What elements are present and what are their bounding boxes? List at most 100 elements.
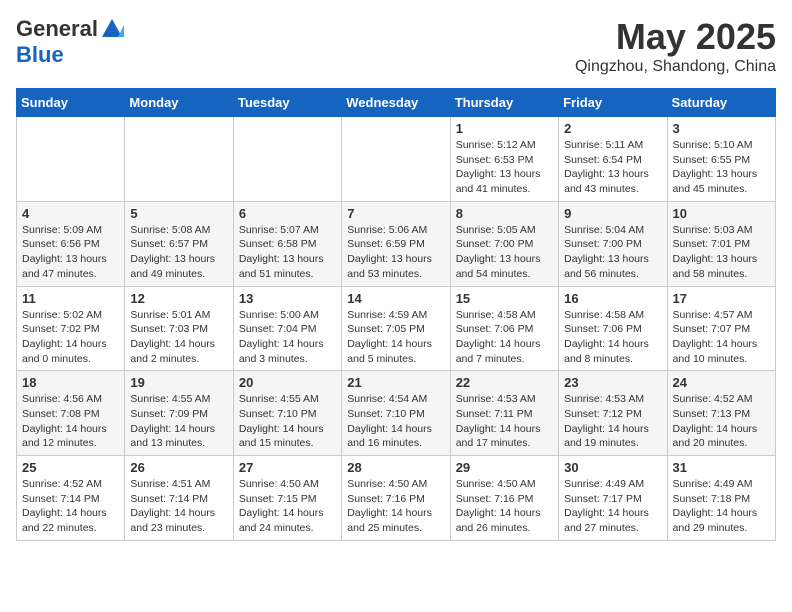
calendar-cell: 23 Sunrise: 4:53 AM Sunset: 7:12 PM Dayli…	[559, 371, 667, 456]
calendar-cell: 19Sunrise: 4:55 AM Sunset: 7:09 PM Dayli…	[125, 371, 233, 456]
day-info: Sunrise: 4:54 AM Sunset: 7:10 PM Dayligh…	[347, 392, 444, 451]
calendar-cell: 16 Sunrise: 4:58 AM Sunset: 7:06 PM Dayli…	[559, 286, 667, 371]
day-number: 28	[347, 460, 444, 475]
day-info: Sunrise: 5:10 AM Sunset: 6:55 PM Dayligh…	[673, 138, 770, 197]
day-number: 23	[564, 375, 661, 390]
day-number: 6	[239, 206, 336, 221]
day-number: 29	[456, 460, 553, 475]
calendar-cell	[17, 117, 125, 202]
day-number: 18	[22, 375, 119, 390]
day-info: Sunrise: 5:07 AM Sunset: 6:58 PM Dayligh…	[239, 223, 336, 282]
calendar-cell: 29 Sunrise: 4:50 AM Sunset: 7:16 PM Dayli…	[450, 456, 558, 541]
day-number: 3	[673, 121, 770, 136]
day-number: 12	[130, 291, 227, 306]
day-info: Sunrise: 4:53 AM Sunset: 7:11 PM Dayligh…	[456, 392, 553, 451]
day-info: Sunrise: 4:59 AM Sunset: 7:05 PM Dayligh…	[347, 308, 444, 367]
day-info: Sunrise: 4:52 AM Sunset: 7:14 PM Dayligh…	[22, 477, 119, 536]
day-info: Sunrise: 4:52 AM Sunset: 7:13 PM Dayligh…	[673, 392, 770, 451]
day-number: 8	[456, 206, 553, 221]
day-number: 14	[347, 291, 444, 306]
day-number: 4	[22, 206, 119, 221]
logo-icon	[100, 17, 124, 41]
calendar-cell: 30 Sunrise: 4:49 AM Sunset: 7:17 PM Dayli…	[559, 456, 667, 541]
calendar-cell: 12 Sunrise: 5:01 AM Sunset: 7:03 PM Dayli…	[125, 286, 233, 371]
day-info: Sunrise: 5:04 AM Sunset: 7:00 PM Dayligh…	[564, 223, 661, 282]
calendar-cell: 25 Sunrise: 4:52 AM Sunset: 7:14 PM Dayli…	[17, 456, 125, 541]
day-number: 21	[347, 375, 444, 390]
day-number: 1	[456, 121, 553, 136]
day-number: 27	[239, 460, 336, 475]
calendar-cell: 7 Sunrise: 5:06 AM Sunset: 6:59 PM Daylig…	[342, 201, 450, 286]
logo: General Blue	[16, 16, 124, 68]
day-info: Sunrise: 5:05 AM Sunset: 7:00 PM Dayligh…	[456, 223, 553, 282]
calendar-cell: 20Sunrise: 4:55 AM Sunset: 7:10 PM Dayli…	[233, 371, 341, 456]
day-number: 13	[239, 291, 336, 306]
day-number: 31	[673, 460, 770, 475]
day-info: Sunrise: 4:53 AM Sunset: 7:12 PM Dayligh…	[564, 392, 661, 451]
day-number: 11	[22, 291, 119, 306]
day-info: Sunrise: 4:58 AM Sunset: 7:06 PM Dayligh…	[456, 308, 553, 367]
calendar-cell: 22 Sunrise: 4:53 AM Sunset: 7:11 PM Dayli…	[450, 371, 558, 456]
calendar-cell: 5 Sunrise: 5:08 AM Sunset: 6:57 PM Daylig…	[125, 201, 233, 286]
week-row-2: 4Sunrise: 5:09 AM Sunset: 6:56 PM Daylig…	[17, 201, 776, 286]
calendar-cell: 24 Sunrise: 4:52 AM Sunset: 7:13 PM Dayli…	[667, 371, 775, 456]
day-number: 5	[130, 206, 227, 221]
week-row-4: 18 Sunrise: 4:56 AM Sunset: 7:08 PM Dayli…	[17, 371, 776, 456]
day-number: 22	[456, 375, 553, 390]
day-number: 16	[564, 291, 661, 306]
weekday-header-sunday: Sunday	[17, 89, 125, 117]
calendar-cell: 11 Sunrise: 5:02 AM Sunset: 7:02 PM Dayli…	[17, 286, 125, 371]
day-info: Sunrise: 4:58 AM Sunset: 7:06 PM Dayligh…	[564, 308, 661, 367]
day-info: Sunrise: 4:55 AM Sunset: 7:10 PM Dayligh…	[239, 392, 336, 451]
day-info: Sunrise: 4:49 AM Sunset: 7:17 PM Dayligh…	[564, 477, 661, 536]
day-number: 7	[347, 206, 444, 221]
weekday-header-monday: Monday	[125, 89, 233, 117]
calendar-cell: 18 Sunrise: 4:56 AM Sunset: 7:08 PM Dayli…	[17, 371, 125, 456]
calendar-cell	[125, 117, 233, 202]
day-info: Sunrise: 4:50 AM Sunset: 7:16 PM Dayligh…	[456, 477, 553, 536]
day-info: Sunrise: 5:02 AM Sunset: 7:02 PM Dayligh…	[22, 308, 119, 367]
day-info: Sunrise: 4:49 AM Sunset: 7:18 PM Dayligh…	[673, 477, 770, 536]
day-info: Sunrise: 4:55 AM Sunset: 7:09 PM Dayligh…	[130, 392, 227, 451]
calendar-cell: 31 Sunrise: 4:49 AM Sunset: 7:18 PM Dayli…	[667, 456, 775, 541]
calendar-cell	[342, 117, 450, 202]
logo-general-text: General	[16, 16, 98, 42]
calendar-cell: 3 Sunrise: 5:10 AM Sunset: 6:55 PM Daylig…	[667, 117, 775, 202]
calendar-cell: 2 Sunrise: 5:11 AM Sunset: 6:54 PM Daylig…	[559, 117, 667, 202]
day-info: Sunrise: 4:50 AM Sunset: 7:15 PM Dayligh…	[239, 477, 336, 536]
calendar-cell: 21 Sunrise: 4:54 AM Sunset: 7:10 PM Dayli…	[342, 371, 450, 456]
calendar-cell: 14 Sunrise: 4:59 AM Sunset: 7:05 PM Dayli…	[342, 286, 450, 371]
calendar-cell	[233, 117, 341, 202]
calendar-cell: 9 Sunrise: 5:04 AM Sunset: 7:00 PM Daylig…	[559, 201, 667, 286]
day-number: 2	[564, 121, 661, 136]
day-number: 25	[22, 460, 119, 475]
calendar-cell: 27 Sunrise: 4:50 AM Sunset: 7:15 PM Dayli…	[233, 456, 341, 541]
day-info: Sunrise: 5:11 AM Sunset: 6:54 PM Dayligh…	[564, 138, 661, 197]
calendar-table: SundayMondayTuesdayWednesdayThursdayFrid…	[16, 88, 776, 541]
calendar-cell: 17Sunrise: 4:57 AM Sunset: 7:07 PM Dayli…	[667, 286, 775, 371]
day-info: Sunrise: 5:03 AM Sunset: 7:01 PM Dayligh…	[673, 223, 770, 282]
day-info: Sunrise: 5:08 AM Sunset: 6:57 PM Dayligh…	[130, 223, 227, 282]
month-title: May 2025	[575, 16, 776, 58]
day-info: Sunrise: 4:57 AM Sunset: 7:07 PM Dayligh…	[673, 308, 770, 367]
day-number: 30	[564, 460, 661, 475]
day-info: Sunrise: 4:56 AM Sunset: 7:08 PM Dayligh…	[22, 392, 119, 451]
day-info: Sunrise: 5:01 AM Sunset: 7:03 PM Dayligh…	[130, 308, 227, 367]
day-info: Sunrise: 4:50 AM Sunset: 7:16 PM Dayligh…	[347, 477, 444, 536]
week-row-1: 1 Sunrise: 5:12 AM Sunset: 6:53 PM Daylig…	[17, 117, 776, 202]
day-info: Sunrise: 5:06 AM Sunset: 6:59 PM Dayligh…	[347, 223, 444, 282]
day-number: 10	[673, 206, 770, 221]
calendar-cell: 6 Sunrise: 5:07 AM Sunset: 6:58 PM Daylig…	[233, 201, 341, 286]
weekday-header-wednesday: Wednesday	[342, 89, 450, 117]
page-header: General Blue May 2025 Qingzhou, Shandong…	[16, 16, 776, 76]
weekday-header-friday: Friday	[559, 89, 667, 117]
weekday-header-thursday: Thursday	[450, 89, 558, 117]
day-info: Sunrise: 5:12 AM Sunset: 6:53 PM Dayligh…	[456, 138, 553, 197]
calendar-cell: 26Sunrise: 4:51 AM Sunset: 7:14 PM Dayli…	[125, 456, 233, 541]
calendar-cell: 8 Sunrise: 5:05 AM Sunset: 7:00 PM Daylig…	[450, 201, 558, 286]
weekday-header-tuesday: Tuesday	[233, 89, 341, 117]
week-row-5: 25 Sunrise: 4:52 AM Sunset: 7:14 PM Dayli…	[17, 456, 776, 541]
day-number: 24	[673, 375, 770, 390]
title-area: May 2025 Qingzhou, Shandong, China	[575, 16, 776, 76]
day-number: 9	[564, 206, 661, 221]
